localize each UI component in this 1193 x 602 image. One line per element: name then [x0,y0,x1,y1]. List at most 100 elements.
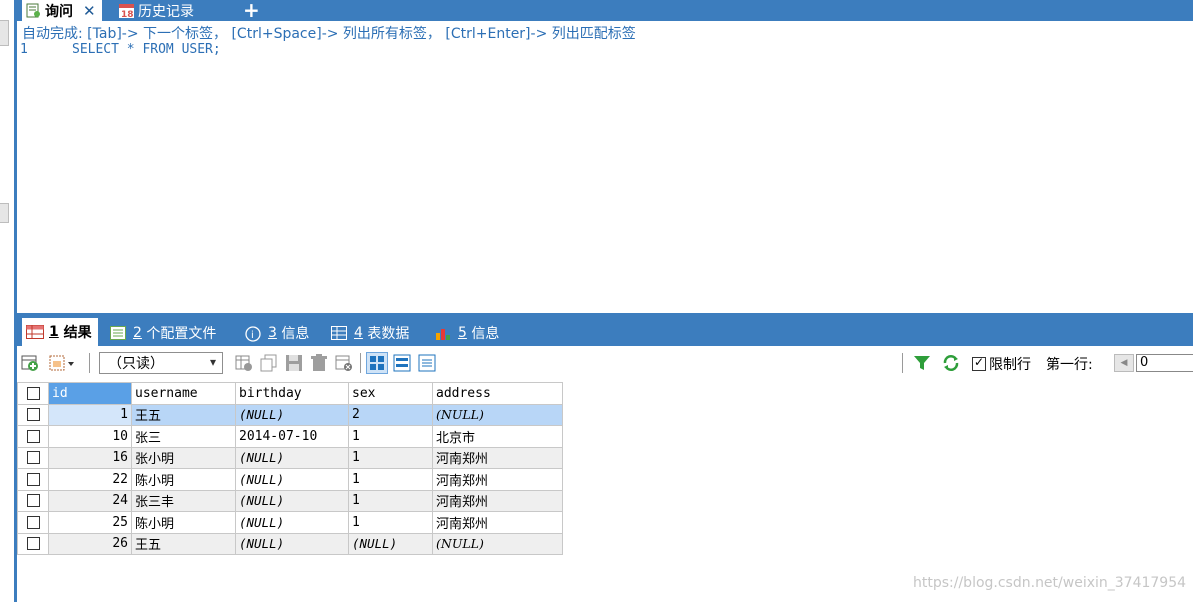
view-mode-dropdown-icon[interactable] [49,354,75,372]
cell-sex[interactable]: 1 [348,489,433,512]
table-row[interactable]: 24 张三丰 (NULL) 1 河南郑州 [17,489,563,512]
cell-birthday[interactable]: (NULL) [235,532,349,555]
limit-rows-checkbox[interactable]: 限制行 [972,354,1031,374]
cell-id[interactable]: 24 [48,489,132,512]
first-row-input[interactable]: 0 [1136,354,1193,372]
cell-birthday[interactable]: (NULL) [235,446,349,469]
row-checkbox[interactable] [17,446,49,469]
tab-info[interactable]: i 3 信息 [245,319,309,346]
tab-profile[interactable]: 2 个配置文件 [110,319,216,346]
cell-id[interactable]: 10 [48,425,132,448]
column-header-username[interactable]: username [131,382,236,405]
result-tab-bar: 1 结果 2 个配置文件 i 3 信息 4 表数据 5 信息 [17,313,1193,346]
table-row[interactable]: 10 张三 2014-07-10 1 北京市 [17,425,563,448]
cell-sex[interactable]: 1 [348,468,433,491]
sql-editor[interactable]: 自动完成: [Tab]-> 下一个标签， [Ctrl+Space]-> 列出所有… [17,21,1193,312]
cell-username[interactable]: 王五 [131,403,236,426]
cell-address[interactable]: 河南郑州 [432,446,563,469]
cell-username[interactable]: 张三 [131,425,236,448]
refresh-icon[interactable] [942,354,960,372]
row-checkbox[interactable] [17,532,49,555]
cell-sex[interactable]: 2 [348,403,433,426]
select-all-checkbox[interactable] [17,382,49,405]
tab-result[interactable]: 1 结果 [22,318,98,346]
left-margin [0,0,14,602]
table-row[interactable]: 1 王五 (NULL) 2 (NULL) [17,403,563,426]
column-header-address[interactable]: address [432,382,563,405]
cell-id[interactable]: 26 [48,532,132,555]
checkbox-icon [26,472,40,486]
table-row[interactable]: 25 陈小明 (NULL) 1 河南郑州 [17,511,563,534]
toolbar-separator [89,353,90,373]
form-view-icon[interactable] [393,354,411,372]
cell-id[interactable]: 1 [48,403,132,426]
grid-filter-icon[interactable] [235,354,253,372]
cell-sex[interactable]: (NULL) [348,532,433,555]
cell-username[interactable]: 陈小明 [131,468,236,491]
info-icon: i [245,325,263,342]
row-checkbox[interactable] [17,425,49,448]
row-checkbox[interactable] [17,403,49,426]
tab-info-2-label: 信息 [471,325,500,342]
left-panel-stub-mid [0,203,9,223]
readonly-select[interactable]: （只读） ▾ [99,352,223,374]
cell-username[interactable]: 张小明 [131,446,236,469]
cell-address[interactable]: 河南郑州 [432,489,563,512]
watermark: https://blog.csdn.net/weixin_37417954 [913,575,1187,591]
previous-page-icon[interactable]: ◀ [1114,354,1134,372]
column-header-id[interactable]: id [48,382,132,405]
cell-address[interactable]: 河南郑州 [432,468,563,491]
cell-birthday[interactable]: (NULL) [235,468,349,491]
row-checkbox[interactable] [17,468,49,491]
cell-sex[interactable]: 1 [348,446,433,469]
calendar-18-icon: 18 [119,3,134,20]
checkbox-icon [26,429,40,443]
svg-text:18: 18 [121,10,134,18]
tab-table-data[interactable]: 4 表数据 [331,319,409,346]
cell-id[interactable]: 16 [48,446,132,469]
copy-record-icon[interactable] [260,354,278,372]
tab-profile-label: 个配置文件 [146,325,217,342]
table-row[interactable]: 16 张小明 (NULL) 1 河南郑州 [17,446,563,469]
cell-address[interactable]: (NULL) [432,532,563,555]
table-row[interactable]: 22 陈小明 (NULL) 1 河南郑州 [17,468,563,491]
column-header-birthday[interactable]: birthday [235,382,349,405]
cell-username[interactable]: 张三丰 [131,489,236,512]
cell-id[interactable]: 25 [48,511,132,534]
toolbar-separator-2 [360,353,361,373]
cell-username[interactable]: 陈小明 [131,511,236,534]
row-checkbox[interactable] [17,489,49,512]
cell-id[interactable]: 22 [48,468,132,491]
sql-text[interactable]: SELECT * FROM USER; [72,42,221,57]
cell-address[interactable]: 河南郑州 [432,511,563,534]
tab-info-2[interactable]: 5 信息 [435,319,499,346]
cell-birthday[interactable]: (NULL) [235,511,349,534]
filter-funnel-icon[interactable] [913,354,931,372]
checkbox-icon [26,386,40,400]
delete-icon[interactable] [310,354,328,372]
save-icon[interactable] [285,354,303,372]
table-row[interactable]: 26 王五 (NULL) (NULL) (NULL) [17,532,563,555]
grid-view-icon[interactable] [366,352,388,374]
tab-query[interactable]: 询问 ✕ [22,0,102,21]
export-grid-icon[interactable] [335,354,353,372]
tab-table-data-num: 4 [354,324,363,341]
cell-sex[interactable]: 1 [348,425,433,448]
left-panel-stub-top [0,20,9,46]
cell-birthday[interactable]: 2014-07-10 [235,425,349,448]
column-header-sex[interactable]: sex [348,382,433,405]
cell-sex[interactable]: 1 [348,511,433,534]
grid-icon [26,325,44,339]
editor-line[interactable]: 1 SELECT * FROM USER; [17,42,221,57]
close-icon[interactable]: ✕ [83,2,96,20]
tab-history[interactable]: 18 历史记录 [115,0,198,21]
row-checkbox[interactable] [17,511,49,534]
cell-username[interactable]: 王五 [131,532,236,555]
cell-birthday[interactable]: (NULL) [235,489,349,512]
text-view-icon[interactable] [418,354,436,372]
new-tab-plus-icon[interactable]: + [243,0,260,22]
cell-address[interactable]: 北京市 [432,425,563,448]
cell-address[interactable]: (NULL) [432,403,563,426]
cell-birthday[interactable]: (NULL) [235,403,349,426]
add-record-icon[interactable] [21,354,39,372]
